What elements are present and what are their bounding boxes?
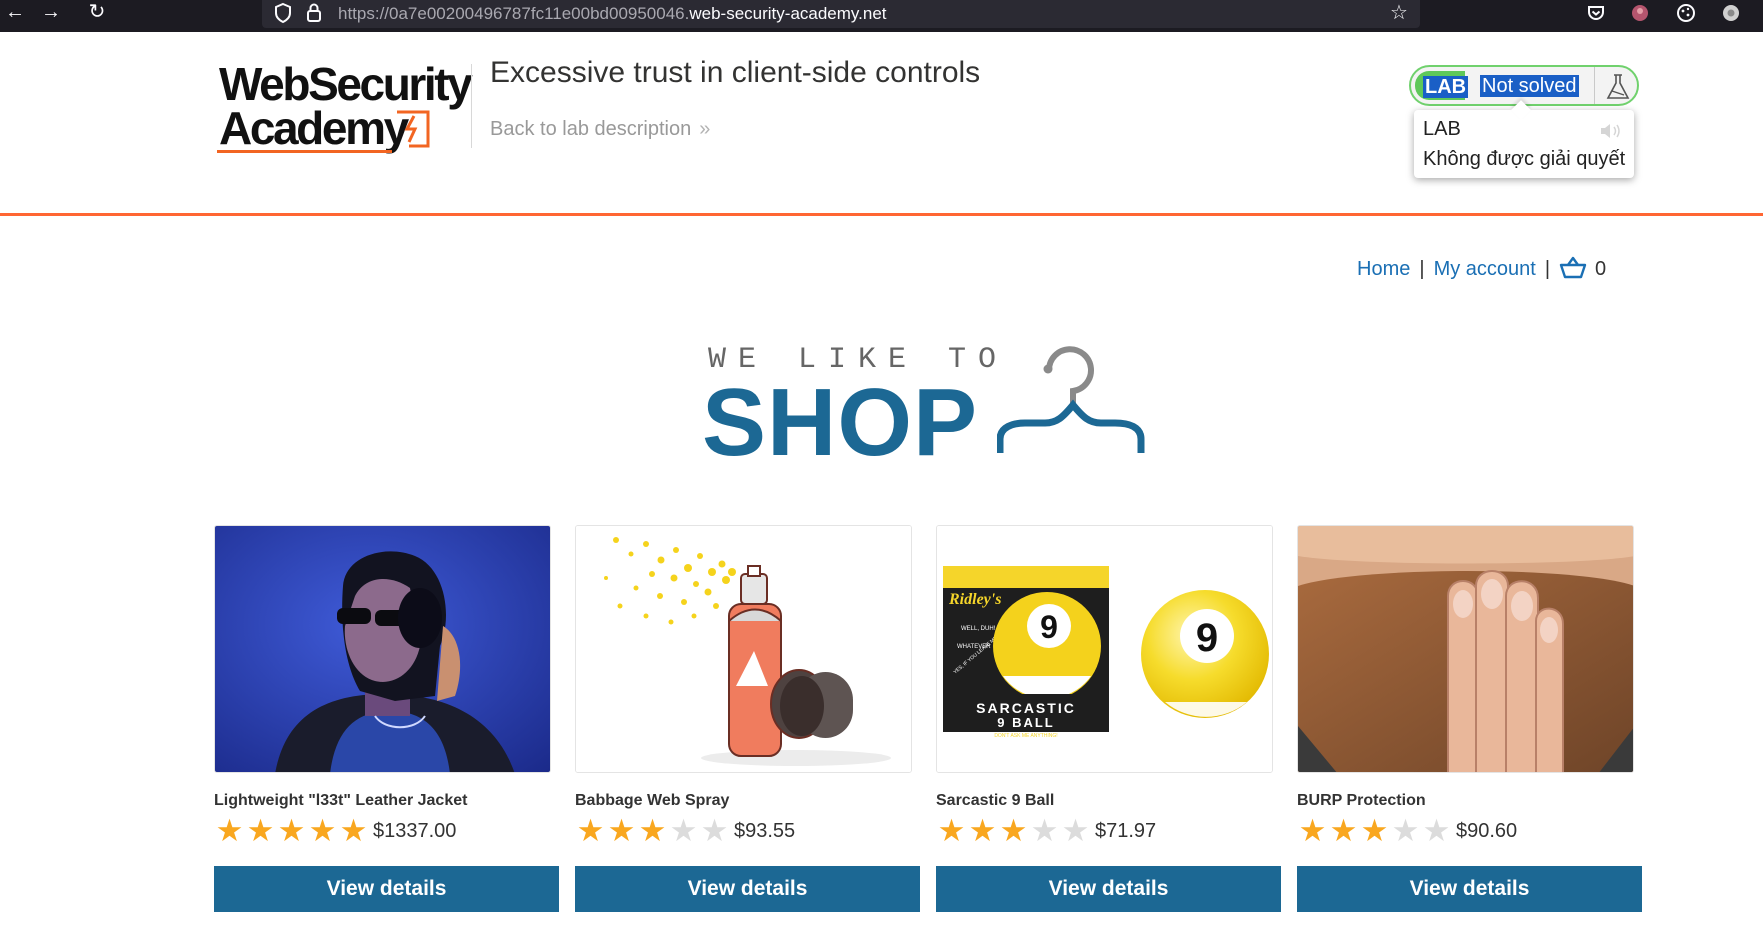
logo-text-bottom: Academy: [219, 102, 409, 154]
star-filled-icon: ★: [339, 813, 368, 848]
extension-avatar-icon[interactable]: [1720, 2, 1742, 24]
product-image[interactable]: Ridley's WELL, DUH! WHATEVER YES, IF YOU…: [936, 525, 1273, 773]
bearded-face-photo-icon: [1298, 526, 1633, 772]
shield-icon[interactable]: [274, 2, 292, 24]
lab-widget-divider: [1594, 67, 1595, 104]
star-empty-icon: ★: [1030, 813, 1059, 848]
logo-lightning-icon: [397, 110, 430, 148]
ball-number-text: 9: [1040, 609, 1058, 645]
header-accent-rule: [0, 213, 1763, 216]
tooltip-original-text: LAB: [1423, 118, 1461, 140]
cart-icon[interactable]: [1559, 256, 1587, 280]
box-tagline-text: DON'T ASK ME ANYTHING!: [994, 733, 1057, 739]
view-details-button[interactable]: View details: [1297, 866, 1642, 912]
product-price: $71.97: [1095, 820, 1157, 842]
star-filled-icon: ★: [607, 813, 636, 848]
pocket-icon[interactable]: [1585, 2, 1607, 24]
ball-number-text: 9: [1196, 616, 1218, 660]
product-image[interactable]: [1297, 525, 1634, 773]
extension-icon[interactable]: [1629, 2, 1651, 24]
hero-title: SHOP: [702, 369, 979, 476]
box-brand-text: Ridley's: [948, 591, 1001, 608]
view-details-button[interactable]: View details: [214, 866, 559, 912]
star-filled-icon: ★: [999, 813, 1028, 848]
lab-badge-label: LAB: [1423, 76, 1469, 98]
star-filled-icon: ★: [1298, 813, 1327, 848]
back-arrow-icon[interactable]: ←: [0, 0, 30, 25]
star-filled-icon: ★: [246, 813, 275, 848]
nine-ball-photo-icon: Ridley's WELL, DUH! WHATEVER YES, IF YOU…: [937, 526, 1272, 772]
product-image[interactable]: [575, 525, 912, 773]
nav-separator: |: [1544, 258, 1551, 280]
back-link-label: Back to lab description: [490, 118, 692, 140]
product-card: Lightweight "l33t" Leather Jacket ★ ★ ★ ★ ★ $…: [214, 525, 559, 915]
view-details-button[interactable]: View details: [575, 866, 920, 912]
star-empty-icon: ★: [669, 813, 698, 848]
star-empty-icon: ★: [1422, 813, 1451, 848]
nav-home-link[interactable]: Home: [1357, 258, 1410, 280]
speaker-icon[interactable]: [1599, 122, 1623, 140]
spray-can-illustration-icon: [576, 526, 911, 772]
star-empty-icon: ★: [1391, 813, 1420, 848]
double-chevron-icon: »: [699, 118, 711, 140]
reload-icon[interactable]: ↻: [82, 0, 112, 25]
address-bar[interactable]: https://0a7e00200496787fc11e00bd00950046…: [262, 0, 1420, 28]
web-security-academy-logo[interactable]: WebSecurity Academy: [217, 58, 473, 156]
product-price: $93.55: [734, 820, 796, 842]
box-text: WELL, DUH!: [961, 626, 996, 632]
view-details-button[interactable]: View details: [936, 866, 1281, 912]
logo-underline: [217, 150, 392, 153]
url-text[interactable]: https://0a7e00200496787fc11e00bd00950046…: [338, 4, 887, 24]
product-image[interactable]: [214, 525, 551, 773]
nav-my-account-link[interactable]: My account: [1434, 258, 1536, 280]
cookie-icon[interactable]: [1675, 2, 1697, 24]
star-filled-icon: ★: [638, 813, 667, 848]
flask-icon: [1606, 74, 1630, 99]
product-name: BURP Protection: [1297, 792, 1426, 809]
product-card: Babbage Web Spray ★ ★ ★ ★ ★ $93.55 View detai…: [575, 525, 920, 915]
forward-arrow-icon[interactable]: →: [36, 0, 66, 25]
bookmark-star-icon[interactable]: ☆: [1388, 2, 1410, 24]
star-filled-icon: ★: [277, 813, 306, 848]
star-filled-icon: ★: [576, 813, 605, 848]
star-filled-icon: ★: [968, 813, 997, 848]
star-filled-icon: ★: [308, 813, 337, 848]
product-name: Babbage Web Spray: [575, 792, 730, 809]
box-title-text: SARCASTIC: [976, 700, 1076, 716]
product-price: $1337.00: [373, 820, 457, 842]
star-empty-icon: ★: [1061, 813, 1090, 848]
lab-title: Excessive trust in client-side controls: [490, 56, 981, 89]
rating-stars: ★ ★ ★ ★ ★ $71.97: [936, 813, 1157, 848]
lab-status-widget[interactable]: LAB Not solved: [1409, 65, 1639, 106]
product-name: Lightweight "l33t" Leather Jacket: [214, 792, 468, 809]
translation-tooltip: LAB Không được giải quyết: [1414, 100, 1634, 178]
product-name: Sarcastic 9 Ball: [936, 792, 1055, 809]
product-price: $90.60: [1456, 820, 1518, 842]
star-filled-icon: ★: [1329, 813, 1358, 848]
header-divider: [471, 64, 472, 148]
box-subtitle-text: 9 BALL: [997, 715, 1055, 730]
product-card: BURP Protection ★ ★ ★ ★ ★ $90.60 View details: [1297, 525, 1642, 915]
star-filled-icon: ★: [215, 813, 244, 848]
tooltip-translated-text: Không được giải quyết: [1423, 148, 1626, 170]
star-filled-icon: ★: [937, 813, 966, 848]
woman-headphones-photo-icon: [215, 526, 550, 772]
star-filled-icon: ★: [1360, 813, 1389, 848]
top-navigation: Home | My account | 0: [1357, 256, 1606, 284]
browser-toolbar: ← → ↻ https://0a7e00200496787fc11e00bd00…: [0, 0, 1763, 32]
lock-icon[interactable]: [306, 2, 322, 24]
star-empty-icon: ★: [700, 813, 729, 848]
rating-stars: ★ ★ ★ ★ ★ $90.60: [1297, 813, 1518, 848]
hanger-icon: [997, 346, 1145, 453]
lab-badge: LAB: [1415, 71, 1469, 100]
cart-count: 0: [1595, 258, 1607, 280]
lab-status-text: Not solved: [1480, 75, 1579, 97]
product-card: Ridley's WELL, DUH! WHATEVER YES, IF YOU…: [936, 525, 1281, 915]
back-to-lab-description-link[interactable]: Back to lab description »: [490, 118, 710, 141]
rating-stars: ★ ★ ★ ★ ★ $1337.00: [214, 813, 457, 848]
nav-separator: |: [1419, 258, 1425, 280]
rating-stars: ★ ★ ★ ★ ★ $93.55: [575, 813, 796, 848]
